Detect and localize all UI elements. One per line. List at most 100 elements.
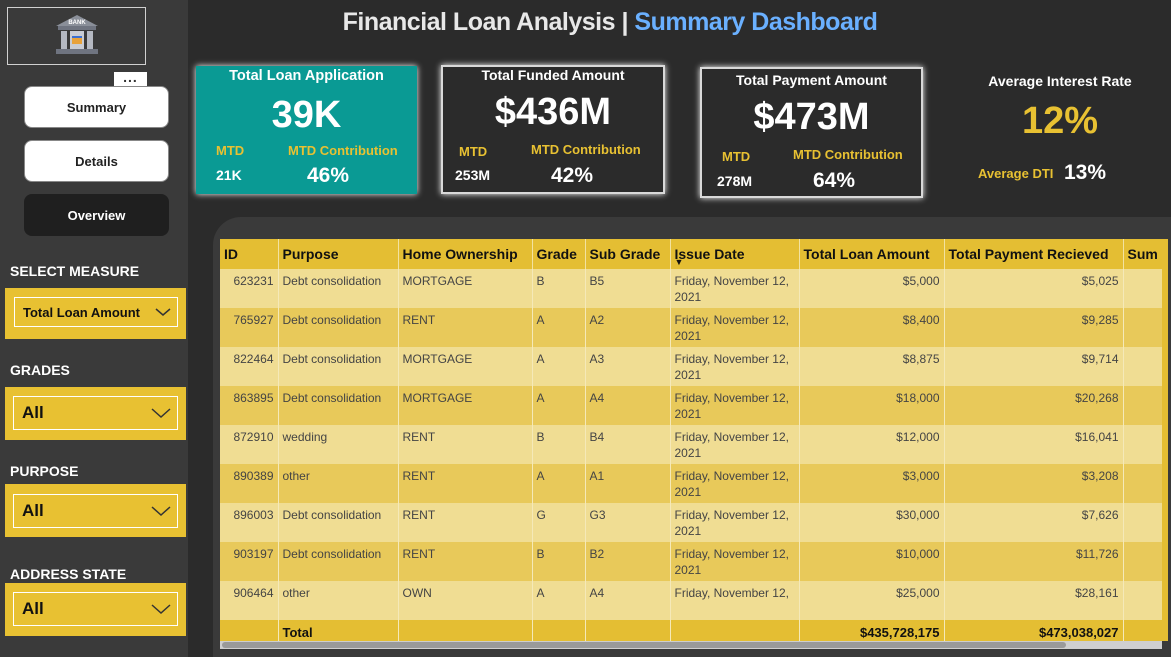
cell-home-ownership: RENT bbox=[398, 503, 533, 542]
vertical-scrollbar[interactable] bbox=[1162, 239, 1168, 641]
cell-total-loan-amount: $8,400 bbox=[799, 308, 945, 347]
kpi-dti-value: 13% bbox=[1064, 161, 1107, 184]
grades-value: All bbox=[22, 403, 44, 422]
table-row[interactable]: 896003 Debt consolidation RENT G G3 Friday, N… bbox=[220, 503, 1162, 542]
cell-total-payment: $11,726 bbox=[944, 542, 1124, 581]
scrollbar-thumb[interactable] bbox=[222, 642, 1066, 648]
cell-total-payment: $9,285 bbox=[944, 308, 1124, 347]
page-title: Financial Loan Analysis | Summary Dashbo… bbox=[240, 8, 980, 37]
cell-grade: A bbox=[532, 464, 586, 503]
kpi-contrib-value: 64% bbox=[813, 169, 856, 192]
measure-dropdown[interactable]: Total Loan Amount bbox=[14, 297, 178, 327]
kpi-card-applications[interactable]: Total Loan Application 39K MTD MTD Contr… bbox=[196, 66, 417, 194]
cell-home-ownership: MORTGAGE bbox=[398, 386, 533, 425]
cell-purpose: Debt consolidation bbox=[278, 386, 399, 425]
cell-grade: A bbox=[532, 386, 586, 425]
cell-home-ownership: OWN bbox=[398, 581, 533, 620]
cell-purpose: Debt consolidation bbox=[278, 269, 399, 308]
cell-issue-date: Friday, November 12, 2021 bbox=[670, 386, 800, 425]
cell-total-payment: $16,041 bbox=[944, 425, 1124, 464]
col-header-purpose[interactable]: Purpose bbox=[278, 239, 399, 269]
cell-total-loan-amount: $18,000 bbox=[799, 386, 945, 425]
cell-sub-grade: B2 bbox=[585, 542, 671, 581]
cell-home-ownership: RENT bbox=[398, 425, 533, 464]
table-row[interactable]: 872910 wedding RENT B B4 Friday, November 12,… bbox=[220, 425, 1162, 464]
cell-sum bbox=[1123, 542, 1162, 581]
cell-home-ownership: RENT bbox=[398, 464, 533, 503]
purpose-slicer: All bbox=[5, 484, 186, 537]
col-header-sub-grade[interactable]: Sub Grade bbox=[585, 239, 671, 269]
col-header-id[interactable]: ID bbox=[220, 239, 279, 269]
cell-purpose: other bbox=[278, 464, 399, 503]
bank-icon: BANK bbox=[55, 15, 98, 54]
kpi-dti-label: Average DTI bbox=[978, 166, 1054, 181]
cell-purpose: Debt consolidation bbox=[278, 347, 399, 386]
cell-purpose: Debt consolidation bbox=[278, 542, 399, 581]
purpose-dropdown[interactable]: All bbox=[13, 494, 178, 528]
sidebar: BANK ... Summary Details Overview SELECT… bbox=[0, 0, 188, 657]
cell-sum bbox=[1123, 581, 1162, 620]
col-header-total-payment[interactable]: Total Payment Recieved bbox=[944, 239, 1124, 269]
cell-sum bbox=[1123, 347, 1162, 386]
cell-sub-grade: B4 bbox=[585, 425, 671, 464]
cell-sub-grade: A3 bbox=[585, 347, 671, 386]
kpi-card-payment[interactable]: Total Payment Amount $473M MTD MTD Contr… bbox=[700, 67, 923, 198]
col-header-sum[interactable]: Sum bbox=[1123, 239, 1162, 269]
cell-issue-date: Friday, November 12, 2021 bbox=[670, 425, 800, 464]
cell-total-loan-amount: $30,000 bbox=[799, 503, 945, 542]
address-state-dropdown[interactable]: All bbox=[13, 592, 178, 626]
table-row[interactable]: 863895 Debt consolidation MORTGAGE A A4 Frida… bbox=[220, 386, 1162, 425]
bank-logo: BANK bbox=[7, 7, 146, 65]
table-row[interactable]: 906464 other OWN A A4 Friday, November 12, $25… bbox=[220, 581, 1162, 620]
purpose-value: All bbox=[22, 501, 44, 520]
cell-issue-date: Friday, November 12, 2021 bbox=[670, 347, 800, 386]
cell-id: 863895 bbox=[220, 386, 279, 425]
table-row[interactable]: 822464 Debt consolidation MORTGAGE A A3 Frida… bbox=[220, 347, 1162, 386]
kpi-card-funded[interactable]: Total Funded Amount $436M MTD MTD Contri… bbox=[441, 65, 665, 194]
cell-purpose: Debt consolidation bbox=[278, 308, 399, 347]
col-header-grade[interactable]: Grade bbox=[532, 239, 586, 269]
cell-sum bbox=[1123, 425, 1162, 464]
details-button[interactable]: Details bbox=[24, 140, 169, 182]
kpi-card-interest[interactable]: Average Interest Rate 12% Average DTI 13… bbox=[955, 66, 1165, 196]
kpi-mtd-label: MTD bbox=[722, 149, 751, 164]
chevron-down-icon bbox=[155, 308, 171, 316]
cell-id: 765927 bbox=[220, 308, 279, 347]
total-loan-amount: $435,728,175 bbox=[799, 620, 945, 641]
col-header-issue-date[interactable]: Issue Date ▼ bbox=[670, 239, 800, 269]
loan-details-table: ID Purpose Home Ownership Grade Sub Grad… bbox=[220, 239, 1162, 641]
table-row[interactable]: 903197 Debt consolidation RENT B B2 Friday, N… bbox=[220, 542, 1162, 581]
cell-sub-grade: A2 bbox=[585, 308, 671, 347]
cell-grade: A bbox=[532, 308, 586, 347]
kpi-mtd-label: MTD bbox=[459, 144, 488, 159]
kpi-value: $473M bbox=[753, 96, 870, 138]
cell-total-payment: $20,268 bbox=[944, 386, 1124, 425]
select-measure-label: SELECT MEASURE bbox=[10, 263, 140, 279]
kpi-title: Total Loan Application bbox=[229, 68, 384, 84]
cell-total-payment: $9,714 bbox=[944, 347, 1124, 386]
kpi-value: 12% bbox=[1021, 100, 1099, 142]
table-row[interactable]: 890389 other RENT A A1 Friday, November 12, 2… bbox=[220, 464, 1162, 503]
table-row[interactable]: 765927 Debt consolidation RENT A A2 Friday, N… bbox=[220, 308, 1162, 347]
cell-issue-date: Friday, November 12, 2021 bbox=[670, 269, 800, 308]
chevron-down-icon bbox=[151, 408, 171, 419]
chevron-down-icon bbox=[151, 506, 171, 517]
summary-button[interactable]: Summary bbox=[24, 86, 169, 128]
measure-value: Total Loan Amount bbox=[23, 304, 140, 320]
col-header-issue-date-label: Issue Date bbox=[674, 246, 745, 262]
kpi-title: Average Interest Rate bbox=[988, 73, 1132, 89]
col-header-total-loan-amount[interactable]: Total Loan Amount bbox=[799, 239, 945, 269]
grades-label: GRADES bbox=[10, 362, 70, 378]
total-payment-received: $473,038,027 bbox=[944, 620, 1124, 641]
horizontal-scrollbar[interactable] bbox=[220, 641, 1162, 649]
table-row[interactable]: 623231 Debt consolidation MORTGAGE B B5 Frida… bbox=[220, 269, 1162, 308]
table-total-row: Total $435,728,175 $473,038,027 bbox=[220, 620, 1162, 641]
cell-sub-grade: A4 bbox=[585, 581, 671, 620]
col-header-home-ownership[interactable]: Home Ownership bbox=[398, 239, 533, 269]
grades-dropdown[interactable]: All bbox=[13, 396, 178, 430]
measure-slicer: Total Loan Amount bbox=[5, 288, 186, 339]
overview-button[interactable]: Overview bbox=[24, 194, 169, 236]
cell-issue-date: Friday, November 12, 2021 bbox=[670, 308, 800, 347]
cell-issue-date: Friday, November 12, 2021 bbox=[670, 464, 800, 503]
cell-sub-grade: A1 bbox=[585, 464, 671, 503]
